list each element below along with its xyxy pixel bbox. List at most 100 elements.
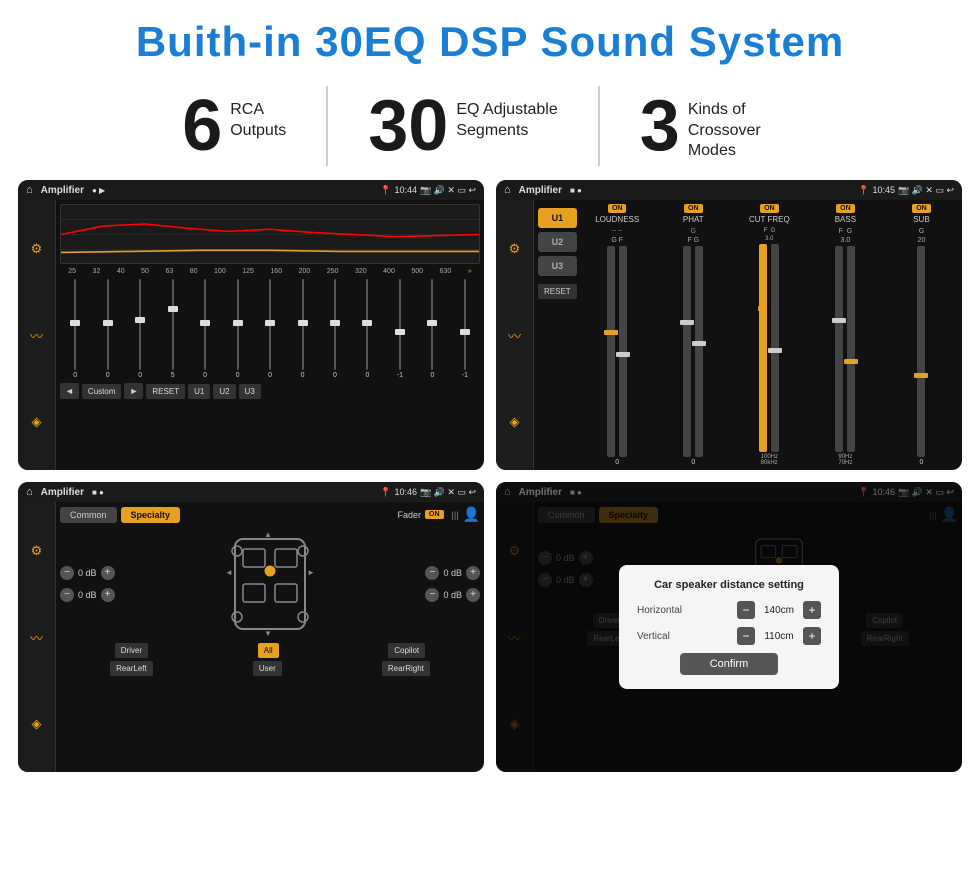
db-fr-minus[interactable]: −: [425, 566, 439, 580]
loudness-slider-g[interactable]: [607, 246, 615, 457]
crossover-u3-button[interactable]: U3: [538, 256, 577, 276]
stats-row: 6 RCA Outputs 30 EQ Adjustable Segments …: [0, 76, 980, 180]
eq-u2-button[interactable]: U2: [213, 384, 235, 399]
channel-bass: ON BASS F G 3.0: [809, 204, 882, 466]
eq-slider-5: 0: [222, 279, 252, 379]
dialog-title: Car speaker distance setting: [637, 579, 821, 591]
crossover-icon-2[interactable]: 〰: [508, 326, 521, 345]
eq-reset-button[interactable]: RESET: [146, 384, 185, 399]
speaker-icon-1[interactable]: ⚙: [31, 543, 43, 559]
eq-u3-button[interactable]: U3: [239, 384, 261, 399]
db-rr-value: 0 dB: [443, 590, 462, 600]
speaker-home-icon[interactable]: ⌂: [26, 486, 33, 498]
all-button[interactable]: All: [258, 643, 279, 658]
db-fr-value: 0 dB: [443, 568, 462, 578]
speaker-icon-3[interactable]: ◈: [32, 716, 42, 732]
eq-custom-button[interactable]: Custom: [82, 384, 122, 399]
crossover-icon-1[interactable]: ⚙: [509, 241, 521, 257]
speaker-tabs: Common Specialty Fader ON ||| 👤: [60, 506, 480, 523]
right-db-col: − 0 dB + − 0 dB +: [425, 566, 480, 602]
speaker-icon-2[interactable]: 〰: [30, 628, 43, 647]
page-title: Buith-in 30EQ DSP Sound System: [0, 0, 980, 76]
dialog-horizontal-value: 140cm: [759, 605, 799, 616]
db-control-fr: − 0 dB +: [425, 566, 480, 580]
crossover-main-area: U1 U2 U3 RESET ON LOUDNESS ~ ~ GF: [534, 200, 962, 470]
db-fl-plus[interactable]: +: [101, 566, 115, 580]
dialog-vertical-row: Vertical − 110cm +: [637, 627, 821, 645]
crossover-u2-button[interactable]: U2: [538, 232, 577, 252]
eq-prev-button[interactable]: ◄: [60, 383, 79, 399]
eq-slider-3: 5: [157, 279, 187, 379]
crossover-status-icons: 📍 10:45 📷 🔊 ✕ ▭ ↩: [858, 185, 954, 196]
speaker-left-sidebar: ⚙ 〰 ◈: [18, 502, 56, 772]
tab-specialty[interactable]: Specialty: [121, 507, 181, 523]
channel-phat: ON PHAT G FG: [657, 204, 730, 466]
dialog-horizontal-plus[interactable]: +: [803, 601, 821, 619]
sub-slider[interactable]: [917, 246, 925, 457]
stat-eq-number: 30: [368, 90, 448, 162]
loudness-slider-f[interactable]: [619, 246, 627, 457]
phat-slider-2[interactable]: [695, 246, 703, 457]
car-diagram: ▲ ▼ ◄ ►: [123, 529, 418, 639]
speaker-screen-card: ⌂ Amplifier ■ ● 📍 10:46 📷 🔊 ✕ ▭ ↩ ⚙ 〰 ◈ …: [18, 482, 484, 772]
rearleft-button[interactable]: RearLeft: [110, 661, 153, 676]
db-fl-value: 0 dB: [78, 568, 97, 578]
home-icon[interactable]: ⌂: [26, 184, 33, 196]
eq-slider-12: -1: [450, 279, 480, 379]
cutfreq-slider-2[interactable]: [771, 244, 779, 452]
eq-icon-3[interactable]: ◈: [32, 414, 42, 430]
crossover-left-sidebar: ⚙ 〰 ◈: [496, 200, 534, 470]
eq-slider-8: 0: [320, 279, 350, 379]
dialog-vertical-minus[interactable]: −: [737, 627, 755, 645]
channel-cutfreq: ON CUT FREQ F G 3.0: [733, 204, 806, 466]
db-fl-minus[interactable]: −: [60, 566, 74, 580]
user-button[interactable]: User: [253, 661, 282, 676]
driver-button[interactable]: Driver: [115, 643, 148, 658]
db-rr-minus[interactable]: −: [425, 588, 439, 602]
db-rl-minus[interactable]: −: [60, 588, 74, 602]
dialog-screen-card: ⌂ Amplifier ■ ● 📍 10:46 📷 🔊 ✕ ▭ ↩ ⚙ 〰 ◈ …: [496, 482, 962, 772]
dialog-vertical-plus[interactable]: +: [803, 627, 821, 645]
cutfreq-slider-1[interactable]: [759, 244, 767, 452]
bass-slider-2[interactable]: [847, 246, 855, 452]
phat-label: PHAT: [683, 215, 704, 224]
eq-next-button[interactable]: ►: [124, 383, 143, 399]
screens-grid: ⌂ Amplifier ● ▶ 📍 10:44 📷 🔊 ✕ ▭ ↩ ⚙ 〰 ◈: [0, 180, 980, 772]
db-rr-plus[interactable]: +: [466, 588, 480, 602]
dialog-vertical-control: − 110cm +: [737, 627, 821, 645]
u-buttons-panel: U1 U2 U3 RESET: [538, 204, 577, 466]
confirm-button[interactable]: Confirm: [680, 653, 779, 675]
db-fr-plus[interactable]: +: [466, 566, 480, 580]
eq-icon-1[interactable]: ⚙: [31, 241, 43, 257]
eq-u1-button[interactable]: U1: [188, 384, 210, 399]
stat-crossover-number: 3: [640, 90, 680, 162]
bass-slider-1[interactable]: [835, 246, 843, 452]
db-rl-plus[interactable]: +: [101, 588, 115, 602]
eq-main-area: 2532405063 80100125160200 25032040050063…: [56, 200, 484, 470]
eq-icon-2[interactable]: 〰: [30, 326, 43, 345]
stat-eq-label: EQ Adjustable Segments: [456, 100, 557, 142]
dialog-vertical-label: Vertical: [637, 631, 697, 642]
speaker-status-bar: ⌂ Amplifier ■ ● 📍 10:46 📷 🔊 ✕ ▭ ↩: [18, 482, 484, 502]
person-icon: 👤: [463, 506, 480, 523]
rearright-button[interactable]: RearRight: [382, 661, 430, 676]
crossover-u1-button[interactable]: U1: [538, 208, 577, 228]
copilot-button[interactable]: Copilot: [388, 643, 425, 658]
eq-slider-4: 0: [190, 279, 220, 379]
crossover-app-name: Amplifier: [519, 185, 562, 196]
sub-on-badge: ON: [912, 204, 931, 213]
tab-common[interactable]: Common: [60, 507, 117, 523]
dialog-horizontal-minus[interactable]: −: [737, 601, 755, 619]
svg-text:▲: ▲: [264, 530, 272, 539]
crossover-home-icon[interactable]: ⌂: [504, 184, 511, 196]
fader-slider[interactable]: |||: [452, 510, 459, 520]
crossover-icon-3[interactable]: ◈: [510, 414, 520, 430]
eq-graph: [60, 204, 480, 264]
crossover-reset-button[interactable]: RESET: [538, 284, 577, 299]
stat-eq: 30 EQ Adjustable Segments: [328, 90, 598, 162]
phat-slider-1[interactable]: [683, 246, 691, 457]
cutfreq-on-badge: ON: [760, 204, 779, 213]
fader-on-toggle[interactable]: ON: [425, 510, 444, 519]
eq-slider-1: 0: [92, 279, 122, 379]
stat-crossover-label: Kinds of Crossover Modes: [688, 100, 798, 162]
